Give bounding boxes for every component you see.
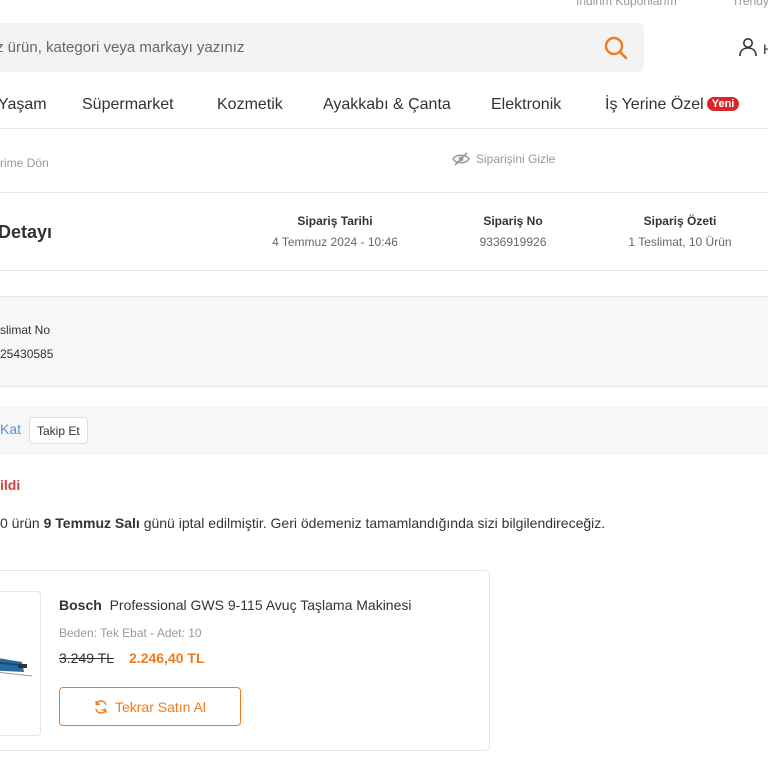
- cargo-bar: Kat Takip Et: [0, 407, 768, 455]
- delivery-number-value: 25430585: [0, 347, 54, 361]
- product-name: Professional GWS 9-115 Avuç Taşlama Maki…: [109, 597, 412, 613]
- status-text-prefix: 0 ürün: [0, 515, 44, 531]
- status-cancel-date: 9 Temmuz Salı: [43, 515, 140, 531]
- hide-order-label: Siparişini Gizle: [476, 152, 556, 166]
- back-to-orders-link[interactable]: rime Dön: [0, 156, 49, 170]
- order-date-label: Sipariş Tarihi: [297, 214, 373, 228]
- track-button[interactable]: Takip Et: [29, 417, 88, 444]
- delivery-info: slimat No 25430585: [0, 296, 768, 387]
- nav-item-kozmetik[interactable]: Kozmetik: [217, 96, 283, 114]
- product-variant: Beden: Tek Ebat - Adet: 10: [59, 626, 202, 640]
- order-number-label: Sipariş No: [483, 214, 543, 228]
- trendyol-link[interactable]: Trendy: [732, 0, 768, 8]
- account-label[interactable]: H: [763, 41, 768, 57]
- divider: [0, 128, 768, 129]
- rebuy-button[interactable]: Tekrar Satın Al: [59, 687, 241, 726]
- refresh-icon: [95, 699, 107, 714]
- order-number-value: 9336919926: [479, 235, 547, 249]
- order-date-value: 4 Temmuz 2024 - 10:46: [272, 235, 398, 249]
- top-bar: İndirim Kuponlarım Trendy: [0, 0, 768, 8]
- cargo-link[interactable]: Kat: [0, 421, 21, 437]
- order-summary-value: 1 Teslimat, 10 Ürün: [628, 235, 732, 249]
- new-badge: Yeni: [706, 97, 740, 111]
- page-title: Detayı: [0, 222, 53, 242]
- product-title[interactable]: Bosch Professional GWS 9-115 Avuç Taşlam…: [59, 597, 412, 613]
- grinder-image: [0, 658, 33, 677]
- status-text-suffix: günü iptal edilmiştir. Geri ödemeniz tam…: [139, 515, 606, 531]
- divider: [0, 270, 768, 271]
- nav-item-label: İş Yerine Özel: [605, 96, 704, 113]
- delivery-number-label: slimat No: [0, 323, 51, 337]
- product-image[interactable]: [0, 591, 41, 736]
- nav-item-elektronik[interactable]: Elektronik: [491, 96, 561, 114]
- status-message: 0 ürün 9 Temmuz Salı günü iptal edilmişt…: [0, 515, 605, 531]
- nav-item-supermarket[interactable]: Süpermarket: [82, 96, 174, 114]
- nav-item-is-yerine-ozel[interactable]: İş Yerine Özel Yeni: [605, 96, 740, 114]
- search-icon[interactable]: [603, 35, 629, 61]
- status-title: ildi: [0, 477, 21, 493]
- product-brand: Bosch: [59, 597, 102, 613]
- order-number: Sipariş No 9336919926: [463, 214, 563, 249]
- hide-order-button[interactable]: Siparişini Gizle: [452, 152, 555, 166]
- rebuy-label: Tekrar Satın Al: [114, 698, 207, 715]
- user-icon[interactable]: [738, 37, 758, 57]
- old-price: 3.249 TL: [59, 650, 115, 666]
- category-nav: Yaşam Süpermarket Kozmetik Ayakkabı & Ça…: [0, 96, 768, 118]
- search-input[interactable]: [0, 23, 576, 72]
- divider: [0, 192, 768, 193]
- order-date: Sipariş Tarihi 4 Temmuz 2024 - 10:46: [265, 214, 405, 249]
- new-price: 2.246,40 TL: [129, 650, 205, 666]
- search-bar: [0, 23, 644, 72]
- eye-slash-icon: [452, 152, 470, 166]
- coupons-link[interactable]: İndirim Kuponlarım: [576, 0, 677, 8]
- nav-item-ayakkabi-canta[interactable]: Ayakkabı & Çanta: [323, 96, 451, 114]
- order-summary-label: Sipariş Özeti: [643, 214, 717, 228]
- nav-item-yasam[interactable]: Yaşam: [0, 96, 47, 114]
- product-card: Bosch Professional GWS 9-115 Avuç Taşlam…: [0, 570, 490, 751]
- order-summary: Sipariş Özeti 1 Teslimat, 10 Ürün: [615, 214, 745, 249]
